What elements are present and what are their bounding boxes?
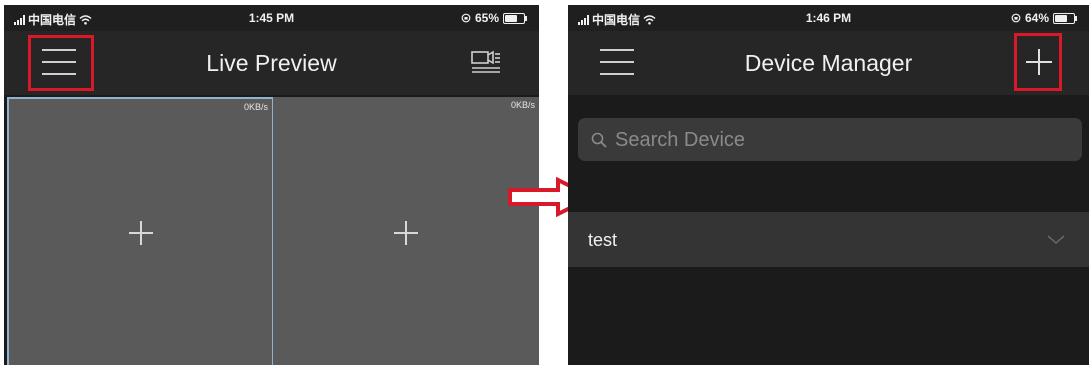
battery-group: 64%: [1011, 11, 1077, 25]
search-placeholder: Search Device: [615, 129, 746, 151]
device-list-item[interactable]: test: [568, 212, 1089, 267]
chevron-down-icon[interactable]: [1047, 235, 1065, 245]
search-input[interactable]: Search Device: [578, 118, 1082, 161]
live-preview-screen: 中国电信 1:45 PM 65% Live Preview 0KB/s 0KB/…: [4, 5, 539, 365]
battery-icon: [503, 12, 527, 24]
status-bar: 中国电信 1:46 PM 64%: [568, 5, 1089, 31]
battery-percent: 65%: [474, 11, 499, 25]
device-manager-screen: 中国电信 1:46 PM 64% Device Manager Search D…: [568, 5, 1089, 365]
bitrate-label: 0KB/s: [243, 102, 268, 112]
battery-icon: [1053, 12, 1077, 24]
add-channel-plus-icon[interactable]: [394, 221, 418, 245]
status-bar: 中国电信 1:45 PM 65%: [4, 5, 539, 31]
nav-bar: Device Manager: [568, 31, 1089, 95]
orientation-lock-icon: [1011, 13, 1021, 23]
page-title: Device Manager: [744, 50, 913, 76]
search-icon: [591, 132, 607, 148]
device-name: test: [588, 230, 618, 250]
bitrate-label: 0KB/s: [510, 100, 535, 110]
nav-bar: Live Preview: [4, 31, 539, 95]
channel-layout-icon[interactable]: [471, 49, 501, 75]
battery-percent: 64%: [1024, 11, 1049, 25]
add-channel-plus-icon[interactable]: [129, 221, 153, 245]
plus-icon[interactable]: [1025, 48, 1053, 76]
orientation-lock-icon: [461, 13, 471, 23]
video-cell-2[interactable]: 0KB/s: [273, 97, 539, 365]
video-cell-1[interactable]: 0KB/s: [7, 97, 274, 365]
battery-group: 65%: [461, 11, 527, 25]
page-title: Live Preview: [206, 50, 337, 76]
status-time: 1:45 PM: [248, 11, 295, 25]
